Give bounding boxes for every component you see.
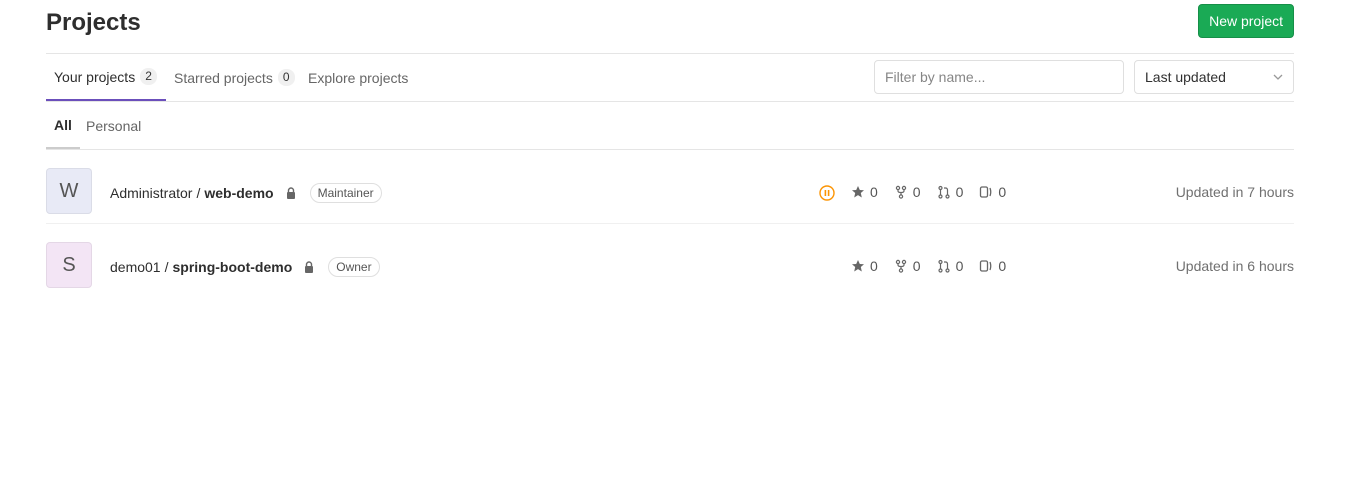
issues-icon bbox=[980, 186, 992, 198]
tab-your-projects[interactable]: Your projects 2 bbox=[46, 54, 166, 101]
stars-count[interactable]: 0 bbox=[851, 258, 878, 274]
sort-dropdown[interactable]: Last updated bbox=[1134, 60, 1294, 94]
filter-by-name-input[interactable] bbox=[874, 60, 1124, 94]
subtab-personal[interactable]: Personal bbox=[86, 102, 141, 149]
tab-label: Starred projects bbox=[174, 69, 273, 86]
merge-requests-count[interactable]: 0 bbox=[937, 184, 964, 200]
page-title: Projects bbox=[46, 9, 141, 36]
tab-label: Your projects bbox=[54, 68, 136, 85]
sort-selected-label: Last updated bbox=[1145, 69, 1226, 85]
fork-icon bbox=[895, 185, 906, 199]
forks-value: 0 bbox=[912, 258, 921, 274]
project-stats: 0 0 0 0 bbox=[851, 258, 1022, 274]
updated-timestamp: Updated in 6 hours bbox=[1175, 258, 1294, 274]
project-namespace: demo01 bbox=[110, 259, 161, 275]
fork-icon bbox=[895, 259, 906, 273]
role-badge: Maintainer bbox=[309, 183, 382, 203]
subtab-label: Personal bbox=[86, 117, 142, 134]
project-name: web-demo bbox=[204, 185, 274, 201]
issues-icon bbox=[980, 260, 992, 272]
project-title-link[interactable]: Administrator / web-demo Maintainer bbox=[110, 183, 382, 203]
projects-page: Projects New project Your projects 2 Sta… bbox=[46, 0, 1294, 297]
new-project-button[interactable]: New project bbox=[1198, 4, 1294, 38]
pipeline-paused-icon[interactable] bbox=[819, 185, 835, 201]
project-stats: 0 0 0 0 bbox=[851, 184, 1022, 200]
merge-request-icon bbox=[937, 259, 950, 273]
stars-value: 0 bbox=[870, 184, 878, 200]
merge-requests-value: 0 bbox=[955, 184, 964, 200]
project-avatar[interactable]: W bbox=[46, 168, 92, 214]
project-name: spring-boot-demo bbox=[172, 259, 293, 275]
tab-label: Explore projects bbox=[308, 69, 409, 86]
project-subtabs: All Personal bbox=[46, 102, 1294, 150]
path-separator: / bbox=[164, 259, 169, 275]
project-avatar[interactable]: S bbox=[46, 242, 92, 288]
subtab-all[interactable]: All bbox=[46, 102, 80, 149]
project-row: S demo01 / spring-boot-demo Owner 0 0 0 bbox=[46, 224, 1294, 297]
lock-icon bbox=[286, 187, 295, 199]
tab-count-badge: 2 bbox=[140, 68, 157, 85]
subtab-label: All bbox=[54, 116, 72, 133]
tab-starred-projects[interactable]: Starred projects 0 bbox=[174, 54, 295, 101]
project-namespace: Administrator bbox=[110, 185, 193, 201]
forks-count[interactable]: 0 bbox=[894, 184, 921, 200]
star-icon bbox=[852, 186, 864, 198]
project-tabs: Your projects 2 Starred projects 0 Explo… bbox=[46, 54, 1294, 102]
project-row: W Administrator / web-demo Maintainer 0 … bbox=[46, 150, 1294, 224]
tab-count-badge: 0 bbox=[277, 69, 295, 86]
path-separator: / bbox=[196, 185, 201, 201]
role-badge: Owner bbox=[328, 257, 380, 277]
merge-request-icon bbox=[937, 185, 950, 199]
forks-value: 0 bbox=[912, 184, 921, 200]
stars-count[interactable]: 0 bbox=[851, 184, 878, 200]
page-header: Projects New project bbox=[46, 0, 1294, 54]
chevron-down-icon bbox=[1273, 74, 1283, 80]
star-icon bbox=[852, 260, 864, 272]
issues-count[interactable]: 0 bbox=[979, 184, 1006, 200]
stars-value: 0 bbox=[870, 258, 878, 274]
merge-requests-count[interactable]: 0 bbox=[937, 258, 964, 274]
issues-count[interactable]: 0 bbox=[979, 258, 1006, 274]
merge-requests-value: 0 bbox=[955, 258, 964, 274]
updated-timestamp: Updated in 7 hours bbox=[1175, 184, 1294, 200]
issues-value: 0 bbox=[998, 258, 1007, 274]
lock-icon bbox=[305, 261, 314, 273]
issues-value: 0 bbox=[998, 184, 1007, 200]
tab-explore-projects[interactable]: Explore projects bbox=[308, 54, 408, 101]
project-title-link[interactable]: demo01 / spring-boot-demo Owner bbox=[110, 257, 380, 277]
forks-count[interactable]: 0 bbox=[894, 258, 921, 274]
